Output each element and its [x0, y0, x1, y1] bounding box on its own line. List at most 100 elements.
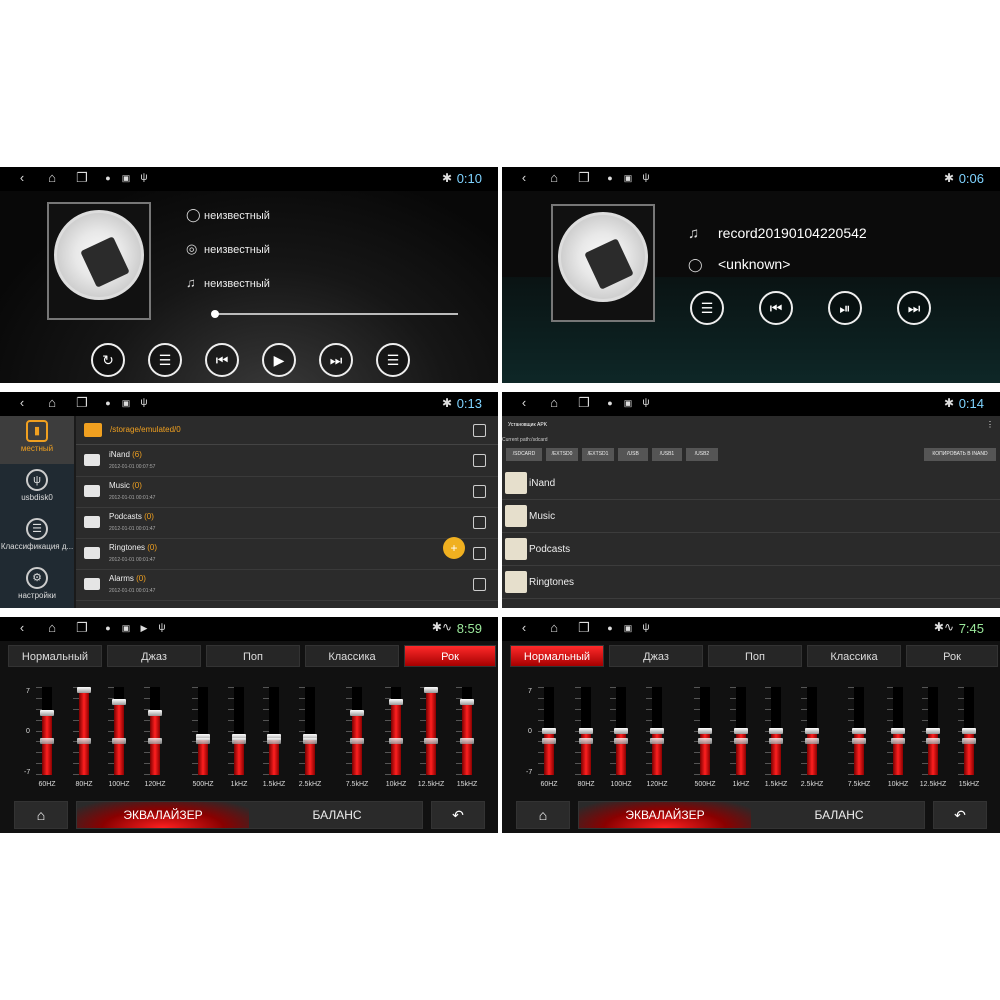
preset-tab-rock[interactable]: Рок [404, 645, 496, 667]
progress-knob[interactable] [211, 310, 219, 318]
back-icon[interactable]: ‹ [516, 620, 532, 636]
play-pause-button[interactable]: ⏯ [828, 291, 862, 325]
sidebar-item-settings[interactable]: ⚙ настройки [0, 563, 74, 608]
add-fab-button[interactable]: + [443, 537, 465, 559]
path-row[interactable]: /storage/emulated/0 [76, 416, 498, 445]
back-icon[interactable]: ‹ [516, 395, 532, 411]
home-icon[interactable]: ⌂ [546, 620, 562, 636]
back-icon[interactable]: ‹ [14, 620, 30, 636]
eq-band-knob[interactable] [698, 728, 712, 734]
preset-tab-classic[interactable]: Классика [305, 645, 399, 667]
eq-band-knob[interactable] [614, 728, 628, 734]
previous-button[interactable]: ⏮ [759, 291, 793, 325]
list-item[interactable]: iNand [502, 467, 1000, 500]
recent-apps-icon[interactable]: ❐ [576, 620, 592, 636]
recent-apps-icon[interactable]: ❐ [576, 395, 592, 411]
preset-tab-pop[interactable]: Поп [206, 645, 300, 667]
eq-band-slider[interactable] [346, 687, 364, 775]
eq-band-slider[interactable] [456, 687, 474, 775]
preset-tab-classic[interactable]: Классика [807, 645, 901, 667]
eq-band-slider[interactable] [887, 687, 905, 775]
recent-apps-icon[interactable]: ❐ [74, 395, 90, 411]
eq-band-slider[interactable] [765, 687, 783, 775]
recent-apps-icon[interactable]: ❐ [74, 170, 90, 186]
list-item[interactable]: iNand (6) 2012-01-01 00:07:57 [76, 446, 498, 477]
eq-band-knob[interactable] [460, 699, 474, 705]
back-icon[interactable]: ‹ [14, 170, 30, 186]
eq-band-slider[interactable] [36, 687, 54, 775]
eq-band-slider[interactable] [610, 687, 628, 775]
eq-band-slider[interactable] [801, 687, 819, 775]
item-checkbox[interactable] [473, 516, 486, 529]
usb1-button[interactable]: /USB1 [652, 448, 682, 461]
eq-band-knob[interactable] [852, 728, 866, 734]
usb2-button[interactable]: /USB2 [686, 448, 718, 461]
eq-band-knob[interactable] [962, 728, 976, 734]
home-icon[interactable]: ⌂ [44, 620, 60, 636]
eq-band-slider[interactable] [848, 687, 866, 775]
home-button[interactable]: ⌂ [14, 801, 68, 829]
eq-band-knob[interactable] [148, 710, 162, 716]
home-icon[interactable]: ⌂ [44, 170, 60, 186]
eq-band-slider[interactable] [958, 687, 976, 775]
back-button[interactable]: ↶ [431, 801, 485, 829]
eq-band-slider[interactable] [575, 687, 593, 775]
list-item[interactable]: Ringtones (0) 2012-01-01 00:01:47 [76, 539, 498, 570]
next-button[interactable]: ⏭ [897, 291, 931, 325]
eq-band-knob[interactable] [350, 710, 364, 716]
eq-band-knob[interactable] [389, 699, 403, 705]
list-item[interactable]: Music (0) 2012-01-01 00:01:47 [76, 477, 498, 508]
eq-band-knob[interactable] [734, 728, 748, 734]
equalizer-button[interactable]: ☰ [148, 343, 182, 377]
equalizer-mode-button[interactable]: ЭКВАЛАЙЗЕР [579, 802, 751, 828]
copy-to-inand-button[interactable]: КОПИРОВАТЬ В INAND [924, 448, 996, 461]
eq-band-slider[interactable] [922, 687, 940, 775]
eq-band-slider[interactable] [420, 687, 438, 775]
home-icon[interactable]: ⌂ [44, 395, 60, 411]
eq-band-knob[interactable] [542, 728, 556, 734]
next-button[interactable]: ⏭ [319, 343, 353, 377]
recent-apps-icon[interactable]: ❐ [74, 620, 90, 636]
playlist-button[interactable]: ☰ [376, 343, 410, 377]
eq-band-knob[interactable] [926, 728, 940, 734]
usb-button[interactable]: /USB [618, 448, 648, 461]
back-button[interactable]: ↶ [933, 801, 987, 829]
item-checkbox[interactable] [473, 547, 486, 560]
eq-band-slider[interactable] [73, 687, 91, 775]
equalizer-mode-button[interactable]: ЭКВАЛАЙЗЕР [77, 802, 249, 828]
preset-tab-normal[interactable]: Нормальный [510, 645, 604, 667]
home-icon[interactable]: ⌂ [546, 395, 562, 411]
sdcard-button[interactable]: /SDCARD [506, 448, 542, 461]
home-button[interactable]: ⌂ [516, 801, 570, 829]
eq-band-knob[interactable] [77, 687, 91, 693]
progress-bar[interactable] [214, 313, 458, 315]
repeat-button[interactable]: ↻ [91, 343, 125, 377]
equalizer-button[interactable]: ☰ [690, 291, 724, 325]
list-item[interactable]: Music [502, 500, 1000, 533]
eq-band-slider[interactable] [144, 687, 162, 775]
recent-apps-icon[interactable]: ❐ [576, 170, 592, 186]
extsd0-button[interactable]: /EXTSD0 [546, 448, 578, 461]
eq-band-knob[interactable] [579, 728, 593, 734]
eq-band-slider[interactable] [108, 687, 126, 775]
eq-band-slider[interactable] [538, 687, 556, 775]
item-checkbox[interactable] [473, 454, 486, 467]
sidebar-item-local[interactable]: ▮ местный [0, 416, 74, 464]
sidebar-item-classification[interactable]: ☰ Классификация д... [0, 514, 74, 562]
play-button[interactable]: ▶ [262, 343, 296, 377]
eq-band-slider[interactable] [192, 687, 210, 775]
eq-band-knob[interactable] [650, 728, 664, 734]
item-checkbox[interactable] [473, 578, 486, 591]
eq-band-knob[interactable] [40, 710, 54, 716]
eq-band-slider[interactable] [299, 687, 317, 775]
list-item[interactable]: Podcasts (0) 2012-01-01 00:01:47 [76, 508, 498, 539]
eq-band-slider[interactable] [730, 687, 748, 775]
balance-mode-button[interactable]: БАЛАНС [753, 802, 925, 828]
select-all-checkbox[interactable] [473, 424, 486, 437]
eq-band-knob[interactable] [769, 728, 783, 734]
eq-band-slider[interactable] [646, 687, 664, 775]
preset-tab-jazz[interactable]: Джаз [609, 645, 703, 667]
eq-band-slider[interactable] [694, 687, 712, 775]
list-item[interactable]: Podcasts [502, 533, 1000, 566]
eq-band-slider[interactable] [385, 687, 403, 775]
